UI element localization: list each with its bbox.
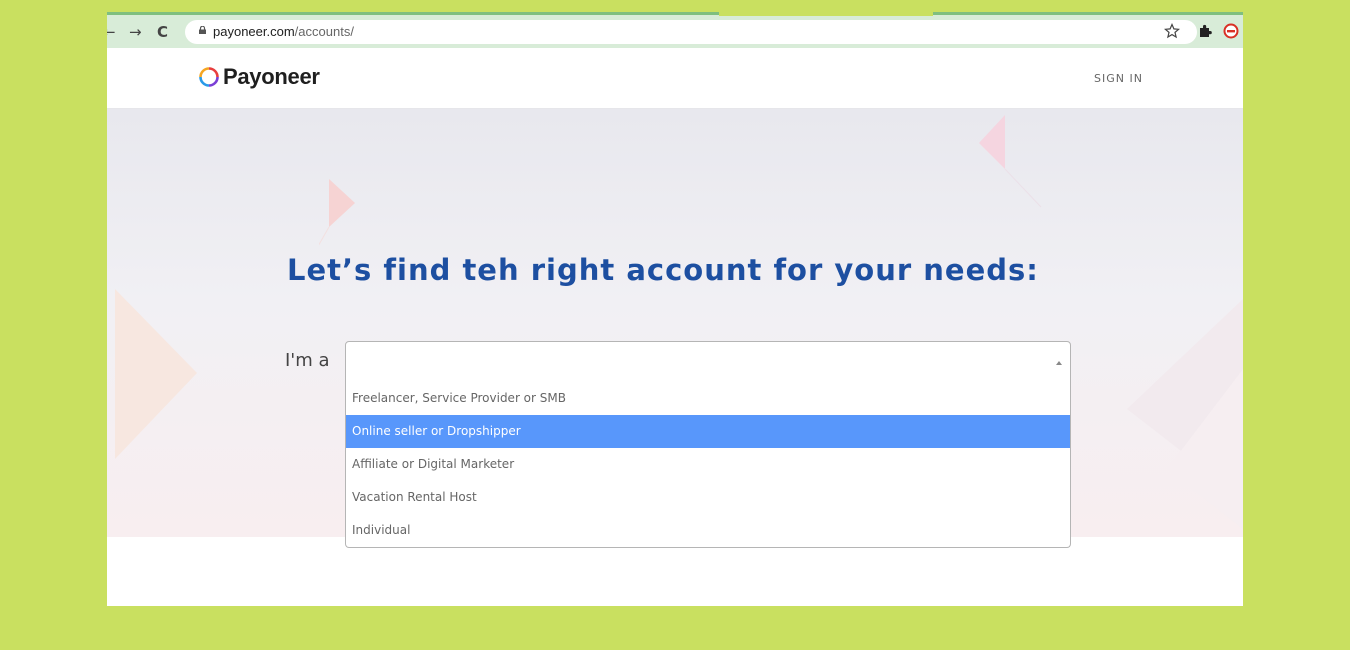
lock-icon — [199, 26, 206, 34]
account-type-select[interactable] — [345, 341, 1071, 383]
extensions-puzzle-icon[interactable] — [1197, 23, 1213, 39]
forward-arrow-icon[interactable]: → — [129, 22, 142, 42]
address-bar[interactable]: payoneer.com/accounts/ — [185, 20, 1197, 44]
option-freelancer[interactable]: Freelancer, Service Provider or SMB — [346, 382, 1070, 415]
browser-window: ← → C payoneer.com/accounts/ Payoneer SI… — [107, 12, 1243, 606]
site-header: Payoneer SIGN IN — [107, 48, 1243, 109]
account-type-label: I'm a — [285, 350, 330, 371]
url-text: payoneer.com/accounts/ — [213, 23, 354, 41]
decorative-triangle-shape — [115, 289, 197, 459]
option-online-seller[interactable]: Online seller or Dropshipper — [346, 415, 1070, 448]
reload-icon[interactable]: C — [157, 22, 168, 42]
chevron-up-icon[interactable] — [1056, 361, 1062, 365]
sign-in-link[interactable]: SIGN IN — [1094, 72, 1143, 85]
option-affiliate[interactable]: Affiliate or Digital Marketer — [346, 448, 1070, 481]
option-individual[interactable]: Individual — [346, 514, 1070, 547]
back-arrow-icon[interactable]: ← — [107, 22, 116, 42]
option-vacation-rental-host[interactable]: Vacation Rental Host — [346, 481, 1070, 514]
decorative-triangle-shape — [979, 115, 1042, 208]
payoneer-logo[interactable]: Payoneer — [198, 64, 320, 90]
decorative-triangle-shape — [319, 179, 355, 246]
payoneer-ring-icon — [199, 67, 219, 87]
active-tab-edge — [719, 12, 933, 16]
bookmark-star-icon[interactable] — [1164, 23, 1180, 39]
decorative-triangle-shape — [1127, 299, 1243, 529]
url-host: payoneer.com — [213, 24, 295, 39]
page-title: Let’s find teh right account for your ne… — [287, 253, 1039, 287]
account-type-options: Freelancer, Service Provider or SMB Onli… — [345, 382, 1071, 548]
extension-blocker-icon[interactable] — [1223, 23, 1239, 39]
logo-wordmark: Payoneer — [223, 64, 320, 89]
browser-toolbar: ← → C payoneer.com/accounts/ — [107, 12, 1243, 48]
url-path: /accounts/ — [294, 24, 354, 39]
